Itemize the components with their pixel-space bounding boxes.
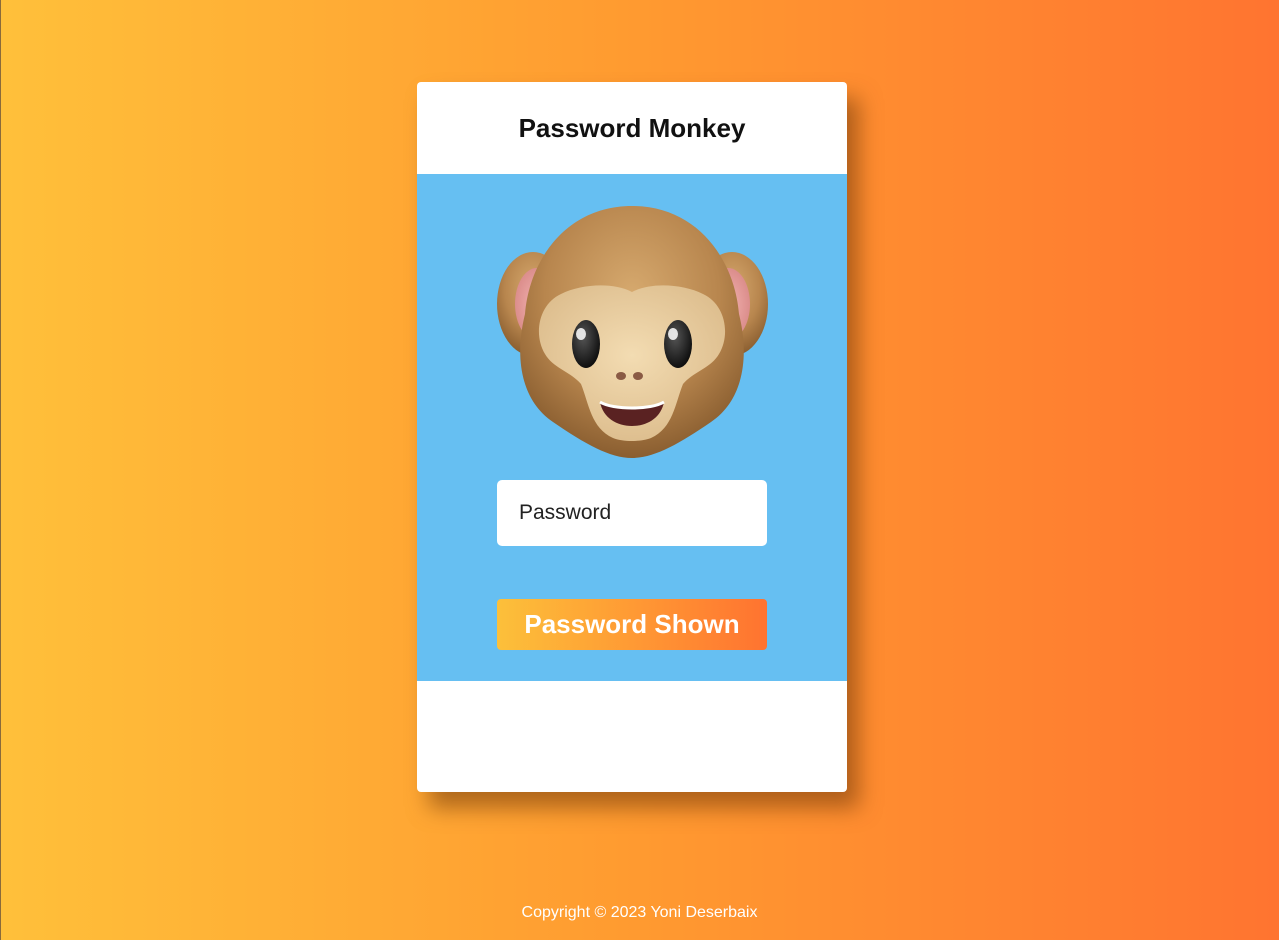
password-input[interactable] xyxy=(497,480,767,546)
login-card: Password Monkey Password Shown xyxy=(417,82,847,792)
monkey-panel: Password Shown xyxy=(417,174,847,681)
page-edge-divider xyxy=(0,0,1,940)
monkey-face-icon xyxy=(497,206,768,458)
password-shown-button[interactable]: Password Shown xyxy=(497,599,767,650)
card-title: Password Monkey xyxy=(518,112,746,143)
copyright-footer: Copyright © 2023 Yoni Deserbaix xyxy=(521,904,758,921)
